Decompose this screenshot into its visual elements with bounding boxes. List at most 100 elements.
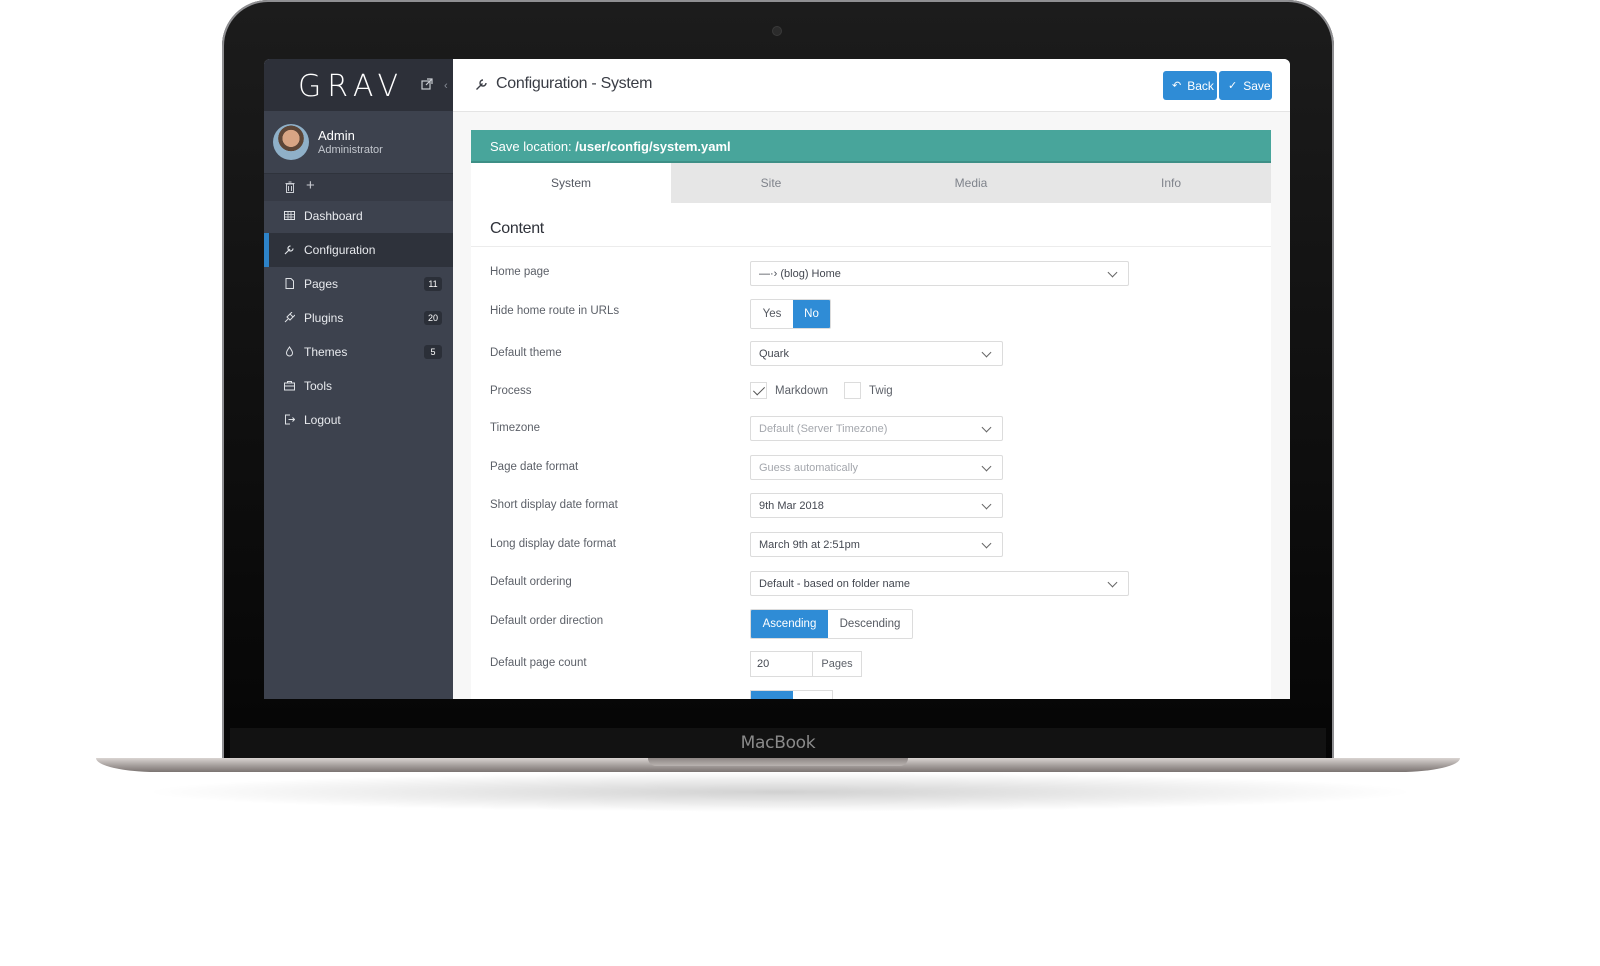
plus-icon[interactable]: + [306, 177, 315, 194]
order-direction-label: Default order direction [490, 615, 604, 627]
sidebar-item-label: Dashboard [304, 209, 363, 223]
chevron-down-icon [981, 422, 992, 433]
sign-out-icon [285, 414, 295, 425]
config-card: Save location: /user/config/system.yaml … [471, 130, 1271, 699]
chevron-down-icon [981, 499, 992, 510]
check-icon: ✓ [1228, 80, 1238, 92]
sidebar-item-label: Logout [304, 413, 341, 427]
collapse-chevron-icon[interactable]: ‹ [444, 80, 448, 92]
sidebar-item-pages[interactable]: Pages 11 [264, 267, 453, 301]
home-page-select[interactable]: —·› (blog) Home [750, 261, 1129, 286]
screen: GRAV ‹ Admin Administrator + Dashboard C… [264, 59, 1290, 699]
back-button[interactable]: ↶ Back [1163, 71, 1217, 100]
chevron-down-icon [981, 538, 992, 549]
short-date-format-select[interactable]: 9th Mar 2018 [750, 493, 1003, 518]
chevron-down-icon [1107, 267, 1118, 278]
order-direction-toggle: Ascending Descending [750, 609, 913, 639]
page-count-label: Default page count [490, 657, 587, 669]
reply-icon: ↶ [1172, 80, 1182, 92]
external-link-icon[interactable] [421, 78, 433, 90]
page-count-input[interactable]: 20 [750, 651, 813, 677]
section-title: Content [490, 220, 544, 237]
wrench-icon [284, 245, 294, 255]
next-toggle-partial[interactable] [750, 690, 833, 699]
hide-home-route-no[interactable]: No [793, 300, 830, 328]
long-date-format-value: March 9th at 2:51pm [759, 539, 860, 551]
default-ordering-select[interactable]: Default - based on folder name [750, 571, 1129, 596]
check-icon [752, 383, 766, 396]
sidebar-item-label: Themes [304, 345, 348, 359]
chevron-down-icon [981, 461, 992, 472]
sidebar-item-logout[interactable]: Logout [264, 403, 453, 437]
tab-system[interactable]: System [471, 163, 671, 203]
config-tabs: System Site Media Info [471, 163, 1271, 203]
timezone-select[interactable]: Default (Server Timezone) [750, 416, 1003, 441]
trash-icon[interactable] [285, 181, 295, 193]
chevron-down-icon [1107, 577, 1118, 588]
short-date-format-label: Short display date format [490, 499, 618, 511]
save-location-path: /user/config/system.yaml [575, 139, 731, 154]
save-button[interactable]: ✓ Save [1219, 71, 1272, 100]
themes-count-badge: 5 [424, 345, 442, 359]
order-ascending[interactable]: Ascending [751, 610, 828, 638]
quick-actions: + [264, 174, 453, 201]
sidebar-item-tools[interactable]: Tools [264, 369, 453, 403]
page-title: Configuration - System [496, 75, 653, 92]
avatar[interactable] [273, 124, 309, 160]
default-theme-select[interactable]: Quark [750, 341, 1003, 366]
sidebar-item-label: Plugins [304, 311, 344, 325]
page-header: Configuration - System ↶ Back ✓ Save [453, 59, 1290, 112]
order-descending[interactable]: Descending [828, 610, 912, 638]
user-profile[interactable]: Admin Administrator [264, 111, 453, 174]
sidebar-item-dashboard[interactable]: Dashboard [264, 199, 453, 233]
sidebar-item-plugins[interactable]: Plugins 20 [264, 301, 453, 335]
grav-logo[interactable]: GRAV [298, 69, 404, 104]
short-date-format-value: 9th Mar 2018 [759, 500, 824, 512]
tab-media[interactable]: Media [871, 163, 1071, 203]
tab-site[interactable]: Site [671, 163, 871, 203]
save-location-prefix: Save location: [490, 139, 576, 154]
dashboard-icon [284, 211, 295, 220]
default-ordering-label: Default ordering [490, 576, 572, 588]
content-area: Save location: /user/config/system.yaml … [453, 112, 1290, 699]
page-count-unit: Pages [813, 651, 862, 677]
wrench-icon [476, 79, 487, 90]
camera-dot [773, 27, 781, 35]
twig-label: Twig [869, 385, 893, 397]
long-date-format-label: Long display date format [490, 538, 616, 550]
page-date-format-select[interactable]: Guess automatically [750, 455, 1003, 480]
default-theme-label: Default theme [490, 347, 562, 359]
file-icon [285, 278, 294, 289]
back-button-label: Back [1187, 78, 1214, 93]
tint-icon [285, 346, 294, 357]
plugins-count-badge: 20 [424, 311, 442, 325]
laptop-notch [648, 758, 908, 766]
pages-count-badge: 11 [424, 277, 442, 291]
default-theme-value: Quark [759, 348, 789, 360]
sidebar-item-label: Configuration [304, 243, 376, 257]
tab-info[interactable]: Info [1071, 163, 1271, 203]
page-date-format-label: Page date format [490, 461, 579, 473]
long-date-format-select[interactable]: March 9th at 2:51pm [750, 532, 1003, 557]
next-toggle-on[interactable] [751, 691, 793, 699]
home-page-label: Home page [490, 266, 550, 278]
sidebar: GRAV ‹ Admin Administrator + Dashboard C… [264, 59, 453, 699]
timezone-placeholder: Default (Server Timezone) [759, 423, 888, 435]
markdown-checkbox[interactable] [750, 382, 767, 399]
laptop-shadow [140, 772, 1420, 812]
chevron-down-icon [981, 347, 992, 358]
sidebar-item-label: Pages [304, 277, 339, 291]
sidebar-header: GRAV ‹ [264, 59, 453, 111]
user-name: Admin [318, 128, 355, 143]
timezone-label: Timezone [490, 422, 541, 434]
sidebar-item-themes[interactable]: Themes 5 [264, 335, 453, 369]
twig-checkbox[interactable] [844, 382, 861, 399]
process-label: Process [490, 385, 532, 397]
save-location-banner: Save location: /user/config/system.yaml [471, 130, 1271, 163]
section-divider [471, 246, 1271, 247]
home-page-value: —·› (blog) Home [759, 268, 841, 280]
hide-home-route-yes[interactable]: Yes [751, 300, 793, 328]
hide-home-route-label: Hide home route in URLs [490, 305, 620, 317]
sidebar-item-configuration[interactable]: Configuration [264, 233, 453, 267]
default-ordering-value: Default - based on folder name [759, 578, 911, 590]
